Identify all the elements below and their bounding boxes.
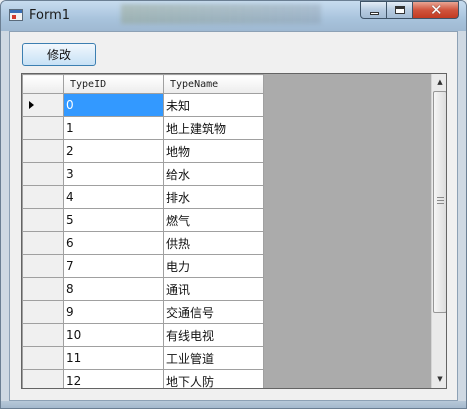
cell-typename[interactable]: 电力	[163, 254, 264, 278]
cell-typename[interactable]: 地下人防	[163, 369, 264, 388]
row-header[interactable]	[22, 208, 64, 232]
cell-typeid[interactable]: 12	[63, 369, 164, 388]
title-bar-background	[121, 4, 321, 24]
row-header[interactable]	[22, 323, 64, 347]
scroll-up-arrow-icon[interactable]: ▲	[432, 74, 446, 91]
row-header[interactable]	[22, 277, 64, 301]
caption-buttons: ✕	[360, 1, 462, 20]
table-row[interactable]: 2 地物	[22, 139, 264, 163]
row-header[interactable]	[22, 185, 64, 209]
window-title: Form1	[29, 8, 71, 23]
form1-window: Form1 ✕ 修改 TypeID TypeName 0 未知 1 地上建筑物 …	[0, 0, 467, 409]
grid-corner-header[interactable]	[22, 74, 64, 94]
cell-typename[interactable]: 未知	[163, 93, 264, 117]
cell-typeid[interactable]: 7	[63, 254, 164, 278]
cell-typeid[interactable]: 2	[63, 139, 164, 163]
row-header[interactable]	[22, 346, 64, 370]
minimize-icon	[370, 12, 379, 15]
cell-typename[interactable]: 给水	[163, 162, 264, 186]
table-row[interactable]: 5 燃气	[22, 208, 264, 232]
table-row[interactable]: 12 地下人防	[22, 369, 264, 388]
cell-typeid[interactable]: 1	[63, 116, 164, 140]
table-row[interactable]: 9 交通信号	[22, 300, 264, 324]
scroll-down-arrow-icon[interactable]: ▼	[432, 371, 446, 388]
cell-typeid[interactable]: 3	[63, 162, 164, 186]
row-header[interactable]	[22, 369, 64, 388]
maximize-icon	[395, 6, 405, 14]
table-row[interactable]: 0 未知	[22, 93, 264, 117]
table-row[interactable]: 6 供热	[22, 231, 264, 255]
title-bar[interactable]: Form1 ✕	[1, 1, 466, 31]
scroll-grip-icon	[437, 197, 444, 205]
cell-typeid[interactable]: 0	[63, 93, 164, 117]
row-header[interactable]	[22, 231, 64, 255]
table-row[interactable]: 11 工业管道	[22, 346, 264, 370]
cell-typeid[interactable]: 6	[63, 231, 164, 255]
table-row[interactable]: 7 电力	[22, 254, 264, 278]
row-header[interactable]	[22, 139, 64, 163]
close-button[interactable]: ✕	[412, 1, 459, 19]
row-header[interactable]	[22, 116, 64, 140]
edit-button[interactable]: 修改	[22, 43, 96, 66]
cell-typename[interactable]: 燃气	[163, 208, 264, 232]
table-row[interactable]: 1 地上建筑物	[22, 116, 264, 140]
cell-typename[interactable]: 地上建筑物	[163, 116, 264, 140]
cell-typename[interactable]: 地物	[163, 139, 264, 163]
row-pointer-icon	[29, 101, 34, 109]
column-header-typename[interactable]: TypeName	[163, 74, 264, 94]
table-row[interactable]: 10 有线电视	[22, 323, 264, 347]
table-row[interactable]: 4 排水	[22, 185, 264, 209]
column-header-typeid[interactable]: TypeID	[63, 74, 164, 94]
cell-typename[interactable]: 排水	[163, 185, 264, 209]
row-header[interactable]	[22, 162, 64, 186]
maximize-button[interactable]	[386, 1, 413, 19]
row-header[interactable]	[22, 254, 64, 278]
minimize-button[interactable]	[360, 1, 387, 19]
cell-typename[interactable]: 交通信号	[163, 300, 264, 324]
scroll-thumb[interactable]	[433, 91, 446, 313]
cell-typeid[interactable]: 10	[63, 323, 164, 347]
cell-typename[interactable]: 有线电视	[163, 323, 264, 347]
row-header[interactable]	[22, 93, 64, 117]
window-bottom-border	[1, 401, 466, 408]
cell-typeid[interactable]: 11	[63, 346, 164, 370]
cell-typename[interactable]: 通讯	[163, 277, 264, 301]
form-icon[interactable]	[9, 9, 23, 21]
cell-typeid[interactable]: 4	[63, 185, 164, 209]
vertical-scrollbar[interactable]: ▲ ▼	[431, 74, 446, 388]
cell-typeid[interactable]: 5	[63, 208, 164, 232]
cell-typename[interactable]: 工业管道	[163, 346, 264, 370]
cell-typeid[interactable]: 9	[63, 300, 164, 324]
grid-table: TypeID TypeName 0 未知 1 地上建筑物 2 地物 3 给水 4 排水 5 燃气 6 供热…	[22, 74, 264, 388]
data-grid-view[interactable]: TypeID TypeName 0 未知 1 地上建筑物 2 地物 3 给水 4 排水 5 燃气 6 供热…	[21, 73, 447, 389]
close-icon: ✕	[430, 1, 443, 19]
table-row[interactable]: 8 通讯	[22, 277, 264, 301]
cell-typeid[interactable]: 8	[63, 277, 164, 301]
table-row[interactable]: 3 给水	[22, 162, 264, 186]
row-header[interactable]	[22, 300, 64, 324]
form-client-area: 修改 TypeID TypeName 0 未知 1 地上建筑物 2 地物 3 给水 4 排水 5 燃气…	[9, 31, 458, 401]
grid-body: 0 未知 1 地上建筑物 2 地物 3 给水 4 排水 5 燃气 6 供热 7 电力 8 通讯 9 交通信号 10 有线电…	[22, 93, 264, 388]
cell-typename[interactable]: 供热	[163, 231, 264, 255]
